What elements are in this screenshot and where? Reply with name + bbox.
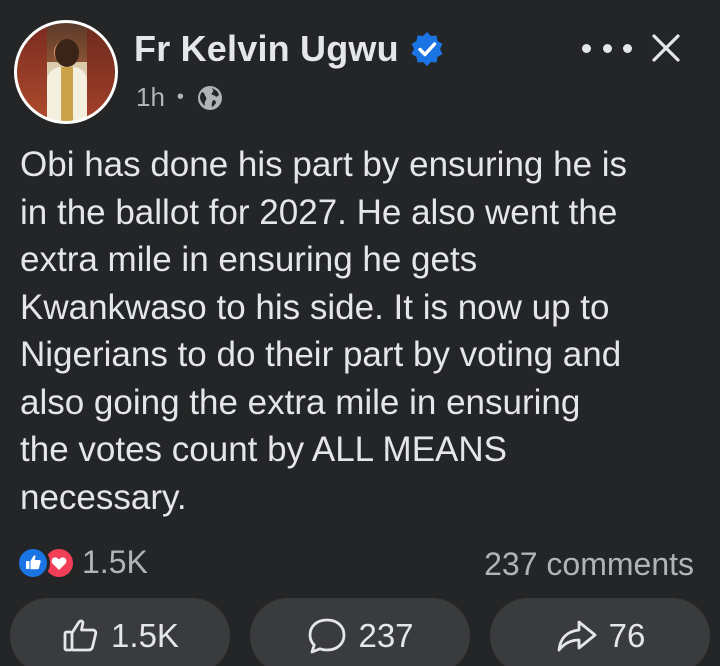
like-reaction-icon bbox=[16, 545, 50, 580]
share-button[interactable]: 76 bbox=[490, 598, 710, 666]
author-avatar[interactable] bbox=[14, 20, 118, 124]
comment-count: 237 bbox=[358, 617, 414, 654]
author-name[interactable]: Fr Kelvin Ugwu bbox=[134, 28, 399, 70]
post-text: Obi has done his part by ensuring he is … bbox=[20, 145, 628, 517]
meta-separator: • bbox=[176, 86, 184, 108]
reactions-summary[interactable]: 1.5K bbox=[16, 544, 148, 581]
globe-icon bbox=[196, 84, 224, 112]
comment-bubble-icon bbox=[306, 616, 348, 656]
action-bar: 1.5K 237 76 bbox=[0, 598, 720, 666]
verified-badge-icon bbox=[409, 31, 445, 67]
avatar-background bbox=[17, 23, 47, 121]
share-count: 76 bbox=[608, 617, 646, 654]
avatar-background bbox=[87, 23, 115, 121]
more-dot bbox=[602, 43, 612, 53]
more-dot bbox=[582, 43, 591, 53]
post-time[interactable]: 1h bbox=[136, 82, 165, 113]
post-meta: 1h • bbox=[136, 82, 224, 113]
avatar-figure bbox=[47, 67, 87, 121]
thumbs-up-icon bbox=[61, 616, 101, 656]
like-button[interactable]: 1.5K bbox=[10, 598, 230, 666]
facebook-post: Fr Kelvin Ugwu 1h • Obi has done his par… bbox=[0, 0, 720, 666]
avatar-face bbox=[55, 39, 79, 67]
share-arrow-icon bbox=[555, 616, 599, 656]
comment-button[interactable]: 237 bbox=[250, 598, 470, 666]
like-count: 1.5K bbox=[111, 617, 179, 654]
author-row: Fr Kelvin Ugwu bbox=[134, 28, 445, 70]
comments-count[interactable]: 237 comments bbox=[484, 546, 694, 583]
reaction-count: 1.5K bbox=[82, 544, 148, 580]
more-options-icon[interactable] bbox=[582, 38, 632, 58]
close-icon[interactable] bbox=[648, 30, 684, 66]
more-dot bbox=[623, 43, 632, 53]
